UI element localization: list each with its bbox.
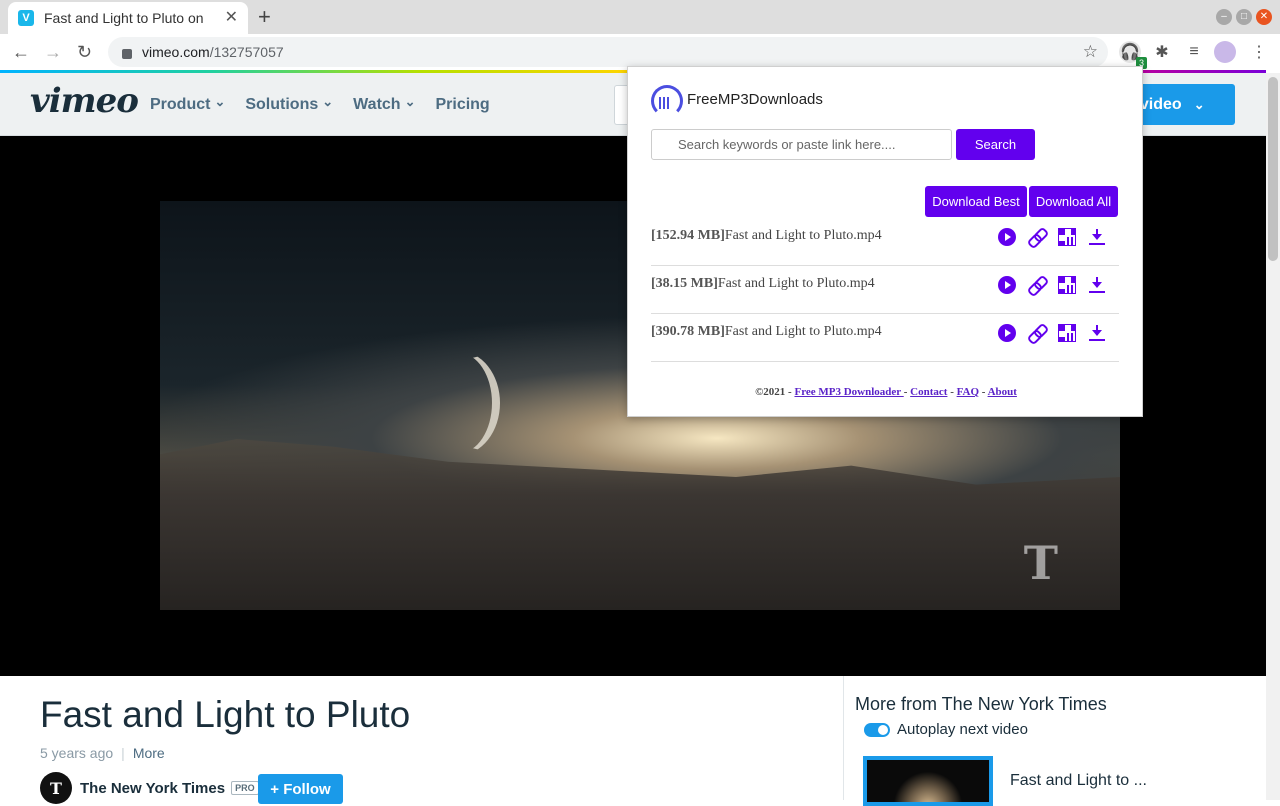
qr-code-icon[interactable] bbox=[1058, 324, 1076, 342]
file-row: [390.78 MB]Fast and Light to Pluto.mp4 bbox=[651, 314, 1119, 362]
footer-link-about[interactable]: About bbox=[988, 386, 1017, 398]
address-bar[interactable]: vimeo.com/132757057 ☆ bbox=[108, 37, 1108, 67]
popup-search-button[interactable]: Search bbox=[956, 129, 1035, 160]
forward-icon[interactable]: → bbox=[44, 42, 62, 62]
qr-code-icon[interactable] bbox=[1058, 276, 1076, 294]
qr-code-icon[interactable] bbox=[1058, 228, 1076, 246]
tab-close-icon[interactable]: ✕ bbox=[225, 10, 238, 26]
back-icon[interactable]: ← bbox=[12, 42, 30, 62]
link-icon[interactable] bbox=[1028, 276, 1046, 294]
url-text: vimeo.com/132757057 bbox=[142, 44, 284, 60]
download-icon[interactable] bbox=[1088, 324, 1106, 342]
pluto-landscape bbox=[160, 439, 1120, 610]
nyt-watermark-icon: T bbox=[1023, 536, 1058, 590]
file-label: [152.94 MB]Fast and Light to Pluto.mp4 bbox=[651, 228, 882, 243]
channel-info: T The New York Times PRO bbox=[40, 772, 259, 804]
popup-search-input[interactable]: Search keywords or paste link here.... bbox=[651, 129, 952, 160]
sidebar-heading: More from The New York Times bbox=[855, 694, 1107, 714]
autoplay-label: Autoplay next video bbox=[897, 721, 1028, 738]
footer-link-downloader[interactable]: Free MP3 Downloader bbox=[794, 386, 903, 398]
meta-separator: | bbox=[121, 745, 125, 761]
moon-crescent bbox=[418, 351, 500, 455]
browser-titlebar: V Fast and Light to Pluto on ✕ + – □ ✕ bbox=[0, 0, 1280, 34]
scrollbar-thumb[interactable] bbox=[1268, 77, 1278, 261]
extension-popup: FreeMP3Downloads Search keywords or past… bbox=[627, 66, 1143, 417]
headphones-extension-icon[interactable]: 🎧 3 bbox=[1119, 41, 1147, 69]
menu-kebab-icon[interactable]: ⋮ bbox=[1248, 41, 1270, 63]
download-best-button[interactable]: Download Best bbox=[925, 186, 1027, 217]
minimize-icon[interactable]: – bbox=[1216, 9, 1232, 25]
vimeo-favicon-icon: V bbox=[18, 10, 34, 26]
browser-toolbar: ← → ↻ vimeo.com/132757057 ☆ 🎧 3 ✱ ≡ ⋮ bbox=[0, 34, 1280, 70]
media-queue-icon[interactable]: ≡ bbox=[1183, 41, 1205, 63]
brand-name: FreeMP3Downloads bbox=[687, 90, 823, 108]
download-icon[interactable] bbox=[1088, 228, 1106, 246]
play-icon[interactable] bbox=[998, 276, 1016, 294]
nav-solutions[interactable]: Solutions bbox=[245, 96, 333, 114]
file-row: [38.15 MB]Fast and Light to Pluto.mp4 bbox=[651, 266, 1119, 314]
nav-pricing[interactable]: Pricing bbox=[435, 96, 489, 114]
play-icon[interactable] bbox=[998, 324, 1016, 342]
popup-footer: ©2021 - Free MP3 Downloader - Contact - … bbox=[755, 386, 1017, 398]
link-icon[interactable] bbox=[1028, 324, 1046, 342]
tab-title: Fast and Light to Pluto on bbox=[44, 10, 204, 26]
vimeo-nav: Product Solutions Watch Pricing bbox=[150, 96, 490, 114]
nav-product[interactable]: Product bbox=[150, 96, 225, 114]
file-label: [38.15 MB]Fast and Light to Pluto.mp4 bbox=[651, 276, 875, 291]
bookmark-star-icon[interactable]: ☆ bbox=[1083, 42, 1098, 62]
play-icon[interactable] bbox=[998, 228, 1016, 246]
headphones-logo-icon bbox=[651, 85, 683, 117]
file-actions bbox=[998, 228, 1106, 246]
video-age: 5 years ago bbox=[40, 745, 114, 761]
window-close-icon[interactable]: ✕ bbox=[1256, 9, 1272, 25]
video-title: Fast and Light to Pluto bbox=[40, 694, 411, 735]
channel-name[interactable]: The New York Times bbox=[80, 780, 225, 797]
related-sidebar: More from The New York Times Autoplay ne… bbox=[843, 676, 1266, 806]
reload-icon[interactable]: ↻ bbox=[77, 42, 92, 62]
profile-avatar-icon[interactable] bbox=[1214, 41, 1236, 63]
vimeo-logo[interactable]: vimeo bbox=[30, 81, 139, 121]
next-video-title[interactable]: Fast and Light to ... bbox=[1010, 772, 1147, 790]
page-scrollbar[interactable] bbox=[1266, 73, 1280, 800]
pro-badge: PRO bbox=[231, 781, 259, 795]
more-link[interactable]: More bbox=[133, 745, 165, 761]
puzzle-extensions-icon[interactable]: ✱ bbox=[1151, 41, 1173, 63]
vimeo-search-input[interactable] bbox=[614, 85, 628, 125]
file-actions bbox=[998, 276, 1106, 294]
lock-icon bbox=[122, 49, 132, 59]
link-icon[interactable] bbox=[1028, 228, 1046, 246]
new-tab-icon[interactable]: + bbox=[258, 4, 271, 30]
channel-avatar[interactable]: T bbox=[40, 772, 72, 804]
next-video-thumbnail[interactable] bbox=[863, 756, 993, 806]
window-controls: – □ ✕ bbox=[1216, 9, 1272, 25]
browser-tab[interactable]: V Fast and Light to Pluto on ✕ bbox=[8, 2, 248, 34]
file-row: [152.94 MB]Fast and Light to Pluto.mp4 bbox=[651, 218, 1119, 266]
popup-brand: FreeMP3Downloads bbox=[651, 85, 823, 117]
footer-link-contact[interactable]: Contact bbox=[910, 386, 947, 398]
video-meta: 5 years ago | More bbox=[40, 745, 165, 761]
file-actions bbox=[998, 324, 1106, 342]
footer-link-faq[interactable]: FAQ bbox=[957, 386, 979, 398]
download-all-button[interactable]: Download All bbox=[1029, 186, 1118, 217]
nav-watch[interactable]: Watch bbox=[353, 96, 415, 114]
download-icon[interactable] bbox=[1088, 276, 1106, 294]
file-label: [390.78 MB]Fast and Light to Pluto.mp4 bbox=[651, 324, 882, 339]
autoplay-toggle[interactable] bbox=[864, 723, 890, 737]
maximize-icon[interactable]: □ bbox=[1236, 9, 1252, 25]
